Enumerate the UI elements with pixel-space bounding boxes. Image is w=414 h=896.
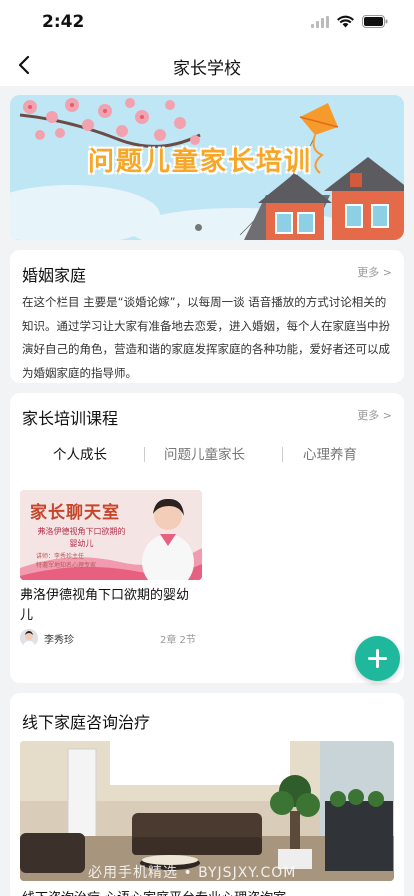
- chapter-count: 2章 2节: [160, 635, 196, 646]
- battery-icon: [362, 15, 388, 28]
- marriage-section: 婚姻家庭 更多 > 在这个栏目 主要是“谈婚论嫁”，以每周一谈 语音播放的方式讨…: [10, 250, 404, 383]
- courses-more-link[interactable]: 更多 >: [357, 407, 392, 423]
- tab-divider: [282, 447, 283, 462]
- nav-bar: 家长学校: [0, 44, 414, 86]
- course-tabs: 个人成长 问题儿童家长 心理养育: [10, 443, 404, 467]
- marriage-title: 婚姻家庭: [22, 266, 87, 285]
- courses-title: 家长培训课程: [22, 409, 119, 428]
- status-time: 2:42: [42, 12, 85, 32]
- teacher-name: 李秀珍: [44, 635, 74, 646]
- thumbnail-speaker-title: 特邀军地知名心理专家: [36, 562, 97, 569]
- teacher-avatar-image: [20, 629, 38, 647]
- offline-description: 线下咨询治疗 心语心家庭平台专业心理咨询室: [22, 887, 286, 896]
- avatar: [20, 629, 38, 647]
- marriage-description: 在这个栏目 主要是“谈婚论嫁”，以每周一谈 语音播放的方式讨论相关的知识。通过学…: [22, 295, 390, 380]
- status-icons: [311, 15, 388, 28]
- thumbnail-speaker: 讲师：李秀珍主任 特邀军地知名心理专家: [36, 552, 96, 570]
- course-name[interactable]: 弗洛伊德视角下口欲期的婴幼儿: [20, 586, 190, 626]
- tab-psychological-parenting[interactable]: 心理养育: [303, 443, 357, 463]
- watermark: 必用手机精选 • BYJSJXY.COM: [88, 865, 297, 881]
- offline-title: 线下家庭咨询治疗: [22, 713, 151, 732]
- add-button[interactable]: [355, 636, 400, 681]
- course-thumbnail[interactable]: 家长聊天室 弗洛伊德视角下口欲期的婴幼儿 讲师：李秀珍主任 特邀军地知名心理专家: [20, 490, 202, 580]
- signal-icon: [311, 15, 329, 28]
- thumbnail-title: 家长聊天室: [30, 503, 120, 523]
- banner-indicator-dot: [195, 224, 202, 231]
- marriage-more-link[interactable]: 更多 >: [357, 264, 392, 280]
- status-bar: 2:42: [0, 0, 414, 44]
- office-photo-art: [20, 741, 394, 881]
- thumbnail-speaker-name: 讲师：李秀珍主任: [36, 553, 85, 560]
- banner-title: 问题儿童家长培训: [88, 147, 313, 177]
- banner[interactable]: 问题儿童家长培训: [10, 95, 404, 240]
- wifi-icon: [337, 15, 354, 28]
- thumbnail-subtitle: 弗洛伊德视角下口欲期的婴幼儿: [37, 527, 126, 548]
- tab-personal-growth[interactable]: 个人成长: [53, 443, 107, 463]
- tab-problem-children-parents[interactable]: 问题儿童家长: [164, 443, 245, 463]
- tab-divider: [144, 447, 145, 462]
- courses-section: 家长培训课程 更多 > 个人成长 问题儿童家长 心理养育 家长聊天室 弗洛伊德视…: [10, 393, 404, 683]
- page-title: 家长学校: [173, 59, 241, 79]
- office-photo[interactable]: [20, 741, 394, 881]
